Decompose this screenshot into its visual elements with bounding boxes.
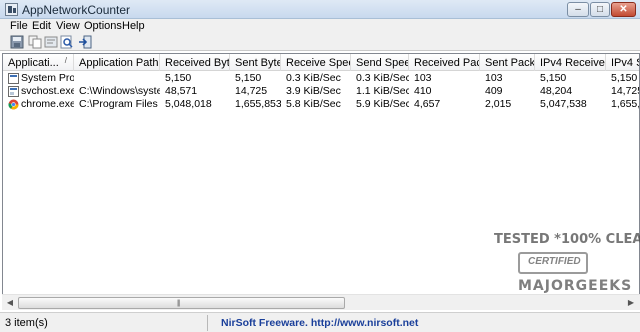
scroll-right-icon: ▶ <box>627 298 635 307</box>
cell-application: svchost.exe <box>21 85 74 97</box>
app-icon <box>5 3 18 16</box>
col-header-sent-bytes[interactable]: Sent Bytes <box>230 54 281 71</box>
maximize-icon: □ <box>596 4 604 15</box>
cell-received-bytes: 5,048,018 <box>165 98 212 110</box>
scroll-grip-icon: ||| <box>177 300 181 307</box>
save-icon <box>10 35 24 49</box>
col-header-receive-speed[interactable]: Receive Speed <box>281 54 351 71</box>
col-header-send-speed[interactable]: Send Speed <box>351 54 409 71</box>
menu-bar: File Edit View Options Help <box>0 19 640 33</box>
cell-send-speed: 0.3 KiB/Sec <box>356 72 409 84</box>
cell-sent-packets: 409 <box>485 85 503 97</box>
col-header-received-packets[interactable]: Received Packets <box>409 54 480 71</box>
scroll-left-icon: ◀ <box>6 298 14 307</box>
menu-edit[interactable]: Edit <box>32 20 51 32</box>
col-header-received-bytes[interactable]: Received Bytes <box>160 54 230 71</box>
properties-icon <box>44 36 58 48</box>
copy-button[interactable] <box>28 35 42 49</box>
minimize-button[interactable]: ‒ <box>567 2 589 17</box>
scroll-left-button[interactable]: ◀ <box>3 297 17 309</box>
cell-ipv4-received: 5,150 <box>540 72 567 84</box>
watermark-brand-text: MAJORGEEKS <box>518 278 633 294</box>
menu-file[interactable]: File <box>10 20 28 32</box>
cell-received-packets: 410 <box>414 85 432 97</box>
sort-indicator: / <box>64 56 67 65</box>
cell-send-speed: 1.1 KiB/Sec <box>356 85 409 97</box>
col-header-sent-packets[interactable]: Sent Packets <box>480 54 535 71</box>
minimize-icon: ‒ <box>575 4 581 15</box>
find-icon <box>60 35 73 49</box>
cell-sent-packets: 103 <box>485 72 503 84</box>
cell-path: C:\Program Files (... <box>79 98 160 110</box>
copy-icon <box>28 35 42 49</box>
table-row[interactable]: System Proc... 5,150 5,150 0.3 KiB/Sec 0… <box>3 72 639 85</box>
cell-sent-bytes: 14,725 <box>235 85 268 97</box>
cell-receive-speed: 5.8 KiB/Sec <box>286 98 341 110</box>
list-header: Applicati... / Application Path Received… <box>3 54 639 71</box>
col-header-ipv4-received[interactable]: IPv4 Received ... <box>535 54 606 71</box>
cell-sent-packets: 2,015 <box>485 98 512 110</box>
watermark-certified-text: CERTIFIED <box>528 256 581 267</box>
status-bar: 3 item(s) NirSoft Freeware. http://www.n… <box>0 312 640 332</box>
cell-received-bytes: 48,571 <box>165 85 198 97</box>
status-separator <box>207 315 208 331</box>
table-row[interactable]: svchost.exe C:\Windows\syste... 48,571 1… <box>3 85 640 98</box>
col-header-application[interactable]: Applicati... / <box>3 54 74 71</box>
watermark-logo: TESTED *100% CLEAN CERTIFIED MAJORGEEKS <box>488 224 640 304</box>
maximize-button[interactable]: □ <box>590 2 610 17</box>
cell-ipv4-sent: 1,655,8 <box>611 98 640 110</box>
cell-ipv4-received: 5,047,538 <box>540 98 587 110</box>
cell-received-packets: 4,657 <box>414 98 441 110</box>
cell-received-bytes: 5,150 <box>165 72 192 84</box>
cell-ipv4-sent: 5,150 <box>611 72 638 84</box>
col-header-path[interactable]: Application Path <box>74 54 160 71</box>
cell-path: C:\Windows\syste... <box>79 85 160 97</box>
close-icon: ✕ <box>619 4 628 15</box>
cell-received-packets: 103 <box>414 72 432 84</box>
cell-receive-speed: 3.9 KiB/Sec <box>286 85 341 97</box>
toolbar <box>0 33 640 51</box>
watermark-tested-text: TESTED *100% CLEAN <box>494 232 640 247</box>
close-button[interactable]: ✕ <box>611 2 636 17</box>
cell-ipv4-received: 48,204 <box>540 85 573 97</box>
window-title: AppNetworkCounter <box>22 3 131 17</box>
exit-icon <box>79 35 92 49</box>
menu-help[interactable]: Help <box>122 20 145 32</box>
col-header-ipv4-sent[interactable]: IPv4 S <box>606 54 639 71</box>
title-bar: AppNetworkCounter ‒ □ ✕ <box>0 0 640 19</box>
nirsoft-link[interactable]: NirSoft Freeware. http://www.nirsoft.net <box>221 317 418 329</box>
scroll-right-button[interactable]: ▶ <box>624 297 638 309</box>
table-row[interactable]: chrome.exe C:\Program Files (... 5,048,0… <box>3 98 640 111</box>
cell-send-speed: 5.9 KiB/Sec <box>356 98 409 110</box>
cell-path <box>74 72 160 85</box>
exit-button[interactable] <box>78 35 92 49</box>
item-count: 3 item(s) <box>5 317 48 329</box>
menu-options[interactable]: Options <box>84 20 122 32</box>
horizontal-scrollbar[interactable]: ◀ ||| ▶ <box>2 294 640 310</box>
save-button[interactable] <box>10 35 24 49</box>
cell-receive-speed: 0.3 KiB/Sec <box>286 72 341 84</box>
menu-view[interactable]: View <box>56 20 80 32</box>
properties-button[interactable] <box>44 35 58 49</box>
cell-application: chrome.exe <box>21 98 74 110</box>
cell-sent-bytes: 1,655,853 <box>235 98 281 110</box>
cell-ipv4-sent: 14,725 <box>611 85 640 97</box>
cell-sent-bytes: 5,150 <box>235 72 262 84</box>
find-button[interactable] <box>60 35 74 49</box>
scroll-thumb[interactable]: ||| <box>18 297 345 309</box>
cell-application: System Proc... <box>21 72 74 84</box>
col-header-label: Applicati... <box>8 57 59 69</box>
